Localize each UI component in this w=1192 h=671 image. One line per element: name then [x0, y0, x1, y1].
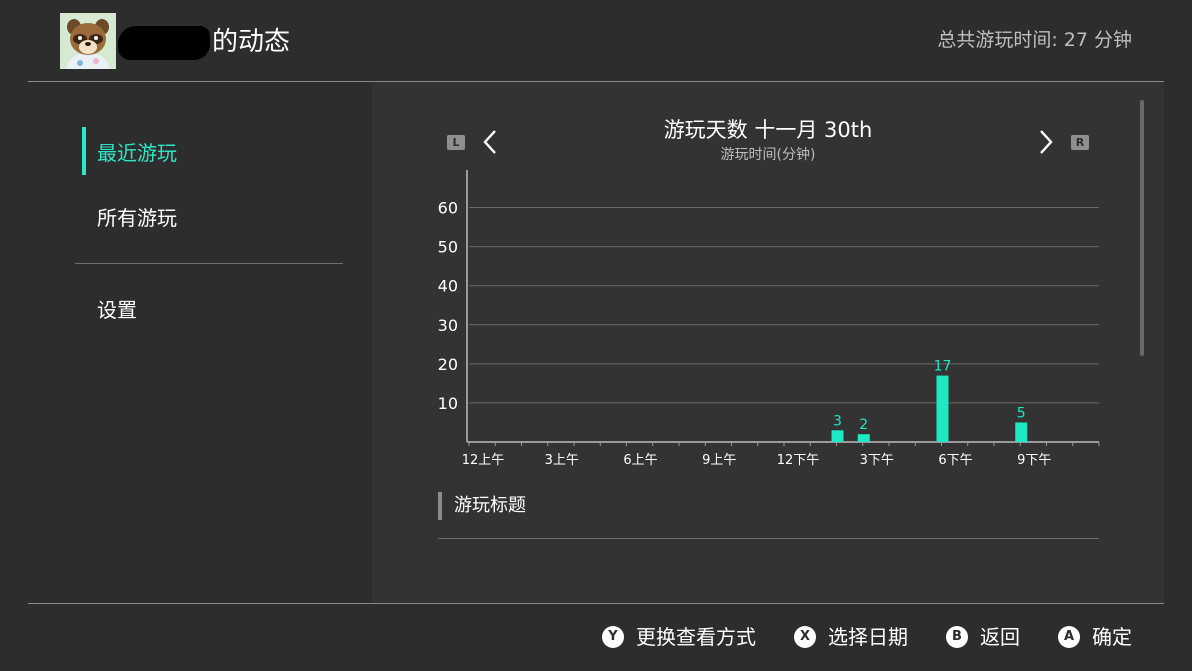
header: 的动态 总共游玩时间: 27 分钟: [0, 0, 1192, 82]
x-tick-label: 9上午: [702, 453, 736, 468]
select-date-button[interactable]: X 选择日期: [794, 622, 908, 652]
y-button-icon: Y: [602, 626, 624, 648]
back-button[interactable]: B 返回: [946, 622, 1020, 652]
section-title: 游玩标题: [454, 495, 526, 516]
back-label: 返回: [980, 625, 1020, 649]
total-playtime: 总共游玩时间: 27 分钟: [937, 29, 1132, 51]
section-divider: [438, 538, 1099, 539]
x-tick-label: 6上午: [623, 453, 657, 468]
y-tick-label: 20: [438, 355, 458, 374]
x-tick-label: 3上午: [545, 453, 579, 468]
bar-value-label: 2: [859, 417, 868, 433]
active-indicator: [82, 127, 86, 175]
sidebar-item-settings[interactable]: 设置: [97, 295, 137, 325]
sidebar-item-all-play[interactable]: 所有游玩: [97, 203, 177, 233]
x-tick-label: 9下午: [1017, 453, 1051, 468]
tom-nook-avatar-image: [60, 13, 116, 69]
scrollbar[interactable]: [1140, 100, 1144, 356]
x-tick-label: 6下午: [938, 453, 972, 468]
y-tick-label: 30: [438, 316, 458, 335]
bar-value-label: 3: [833, 413, 842, 429]
page-title: 的动态: [212, 27, 291, 57]
bar: [831, 430, 844, 442]
change-view-button[interactable]: Y 更换查看方式: [602, 622, 756, 652]
bar: [1015, 422, 1028, 442]
user-avatar: [60, 13, 116, 69]
y-tick-label: 10: [438, 394, 458, 413]
bar: [857, 434, 870, 442]
main-panel: L 游玩天数 十一月 30th 游玩时间(分钟) R 10 20 30 40 50 60 1…: [372, 82, 1164, 603]
a-button-icon: A: [1058, 626, 1080, 648]
y-tick-label: 60: [438, 199, 458, 218]
x-tick-label: 12下午: [777, 453, 820, 468]
b-button-icon: B: [946, 626, 968, 648]
bar-value-label: 17: [934, 359, 952, 375]
footer-divider: [28, 603, 1164, 604]
select-date-label: 选择日期: [828, 625, 908, 649]
play-time-chart: 10 20 30 40 50 60 12上午 3上午 6上午 9上午 12下午 3下午 6下午 9下午 3 2…: [438, 170, 1100, 468]
section-accent-bar: [438, 492, 442, 520]
bar-value-label: 5: [1017, 405, 1026, 421]
confirm-button[interactable]: A 确定: [1058, 622, 1132, 652]
bar: [936, 375, 949, 442]
x-tick-label: 12上午: [462, 453, 505, 468]
sidebar: 最近游玩 所有游玩 设置: [28, 82, 372, 603]
redacted-username: [118, 26, 210, 60]
confirm-label: 确定: [1092, 625, 1132, 649]
y-tick-label: 50: [438, 238, 458, 257]
y-tick-label: 40: [438, 277, 458, 296]
footer-controls: Y 更换查看方式 X 选择日期 B 返回 A 确定: [564, 620, 1132, 654]
x-button-icon: X: [794, 626, 816, 648]
change-view-label: 更换查看方式: [636, 625, 756, 649]
sidebar-divider: [75, 263, 343, 264]
sidebar-item-recent-play[interactable]: 最近游玩: [97, 138, 177, 168]
x-tick-label: 3下午: [860, 453, 894, 468]
